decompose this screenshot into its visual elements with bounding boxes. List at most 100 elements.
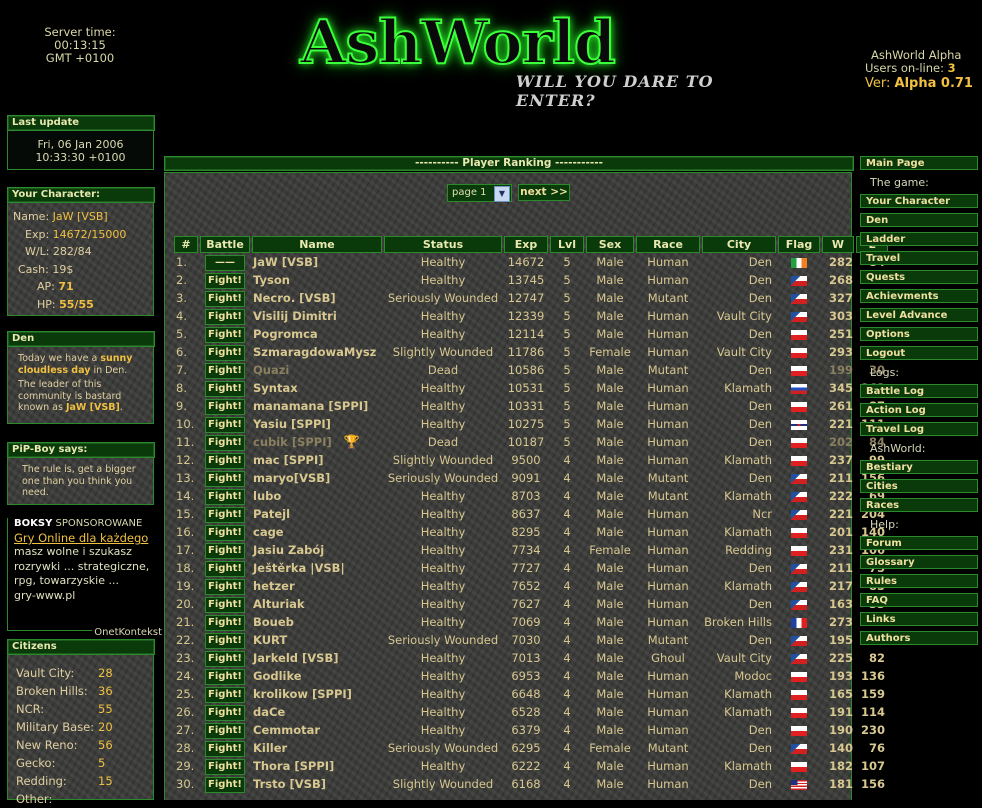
cell-name[interactable]: Yasiu [SPPI] — [252, 415, 382, 433]
player-name-link[interactable]: manamana [SPPI] — [253, 399, 368, 413]
fight-button[interactable]: Fight! — [205, 542, 245, 559]
col-header-sex[interactable]: Sex — [586, 236, 634, 253]
menu-quests[interactable]: Quests — [860, 270, 978, 284]
player-name-link[interactable]: SzmaragdowaMysz — [253, 345, 376, 359]
player-name-link[interactable]: lubo — [253, 489, 281, 503]
cell-name[interactable]: KURT — [252, 631, 382, 649]
ad-url[interactable]: gry-www.pl — [8, 589, 160, 602]
menu-glossary[interactable]: Glossary — [860, 555, 978, 569]
cell-name[interactable]: hetzer — [252, 577, 382, 595]
player-name-link[interactable]: JaW [VSB] — [253, 255, 318, 269]
player-name-link[interactable]: Jarkeld [VSB] — [253, 651, 339, 665]
player-name-link[interactable]: cage — [253, 525, 284, 539]
fight-button[interactable]: Fight! — [205, 488, 245, 505]
fight-button[interactable]: Fight! — [205, 560, 245, 577]
menu-bestiary[interactable]: Bestiary — [860, 460, 978, 474]
player-name-link[interactable]: Alturiak — [253, 597, 305, 611]
cell-name[interactable]: Patejl — [252, 505, 382, 523]
fight-button[interactable]: Fight! — [205, 416, 245, 433]
col-header-exp[interactable]: Exp — [504, 236, 548, 253]
page-select[interactable]: page 1 ▼ — [447, 184, 512, 202]
fight-button[interactable]: Fight! — [205, 380, 245, 397]
player-name-link[interactable]: Killer — [253, 741, 287, 755]
fight-button[interactable]: Fight! — [205, 398, 245, 415]
fight-button[interactable]: Fight! — [205, 758, 245, 775]
fight-button[interactable]: Fight! — [205, 362, 245, 379]
menu-level-advance[interactable]: Level Advance — [860, 308, 978, 322]
fight-button[interactable]: Fight! — [205, 596, 245, 613]
player-name-link[interactable]: Pogromca — [253, 327, 318, 341]
chevron-down-icon[interactable]: ▼ — [494, 186, 510, 202]
fight-button[interactable]: Fight! — [205, 614, 245, 631]
menu-authors[interactable]: Authors — [860, 631, 978, 645]
menu-den[interactable]: Den — [860, 213, 978, 227]
cell-name[interactable]: Quazi — [252, 361, 382, 379]
menu-ladder[interactable]: Ladder — [860, 232, 978, 246]
menu-races[interactable]: Races — [860, 498, 978, 512]
menu-main-page[interactable]: Main Page — [860, 156, 978, 170]
cell-name[interactable]: manamana [SPPI] — [252, 397, 382, 415]
ad-link[interactable]: Gry Online dla każdego — [8, 531, 160, 545]
cell-name[interactable]: Cemmotar — [252, 721, 382, 739]
fight-button[interactable]: Fight! — [205, 308, 245, 325]
col-header-lvl[interactable]: Lvl — [550, 236, 584, 253]
fight-button[interactable]: Fight! — [205, 686, 245, 703]
next-page-button[interactable]: next >> — [518, 184, 570, 201]
cell-name[interactable]: lubo — [252, 487, 382, 505]
fight-button[interactable]: Fight! — [205, 344, 245, 361]
fight-button[interactable]: Fight! — [205, 668, 245, 685]
cell-name[interactable]: daCe — [252, 703, 382, 721]
fight-button[interactable]: Fight! — [205, 524, 245, 541]
cell-name[interactable]: Godlike — [252, 667, 382, 685]
player-name-link[interactable]: KURT — [253, 633, 287, 647]
cell-name[interactable]: Trsto [VSB] — [252, 775, 382, 793]
menu-travel[interactable]: Travel — [860, 251, 978, 265]
cell-name[interactable]: krolikow [SPPI] — [252, 685, 382, 703]
cell-name[interactable]: Killer — [252, 739, 382, 757]
fight-button[interactable]: Fight! — [205, 506, 245, 523]
menu-rules[interactable]: Rules — [860, 574, 978, 588]
player-name-link[interactable]: krolikow [SPPI] — [253, 687, 352, 701]
cell-name[interactable]: Thora [SPPI] — [252, 757, 382, 775]
player-name-link[interactable]: Cemmotar — [253, 723, 320, 737]
col-header-flag[interactable]: Flag — [778, 236, 820, 253]
menu-battle-log[interactable]: Battle Log — [860, 384, 978, 398]
player-name-link[interactable]: mac [SPPI] — [253, 453, 324, 467]
fight-button[interactable]: Fight! — [205, 650, 245, 667]
cell-name[interactable]: Necro. [VSB] — [252, 289, 382, 307]
cell-name[interactable]: Visilij Dimitri — [252, 307, 382, 325]
player-name-link[interactable]: Trsto [VSB] — [253, 777, 326, 791]
player-name-link[interactable]: Jasiu Zabój — [253, 543, 324, 557]
player-name-link[interactable]: Yasiu [SPPI] — [253, 417, 331, 431]
fight-button[interactable]: Fight! — [205, 740, 245, 757]
fight-button[interactable]: Fight! — [205, 272, 245, 289]
fight-button[interactable]: Fight! — [205, 704, 245, 721]
col-header-race[interactable]: Race — [636, 236, 700, 253]
cell-name[interactable]: mac [SPPI] — [252, 451, 382, 469]
cell-name[interactable]: maryo[VSB] — [252, 469, 382, 487]
sponsored-ad[interactable]: BOKSY SPONSOROWANE Gry Online dla każdeg… — [7, 518, 164, 638]
player-name-link[interactable]: hetzer — [253, 579, 295, 593]
player-name-link[interactable]: Quazi — [253, 363, 289, 377]
cell-name[interactable]: Syntax — [252, 379, 382, 397]
self-battle-button[interactable]: —— — [205, 254, 245, 271]
fight-button[interactable]: Fight! — [205, 722, 245, 739]
fight-button[interactable]: Fight! — [205, 632, 245, 649]
menu-logout[interactable]: Logout — [860, 346, 978, 360]
cell-name[interactable]: Alturiak — [252, 595, 382, 613]
cell-name[interactable]: Jasiu Zabój — [252, 541, 382, 559]
menu-achievments[interactable]: Achievments — [860, 289, 978, 303]
menu-links[interactable]: Links — [860, 612, 978, 626]
menu-cities[interactable]: Cities — [860, 479, 978, 493]
fight-button[interactable]: Fight! — [205, 434, 245, 451]
col-header-status[interactable]: Status — [384, 236, 502, 253]
fight-button[interactable]: Fight! — [205, 578, 245, 595]
player-name-link[interactable]: Tyson — [253, 273, 290, 287]
player-name-link[interactable]: Patejl — [253, 507, 290, 521]
player-name-link[interactable]: Necro. [VSB] — [253, 291, 336, 305]
fight-button[interactable]: Fight! — [205, 290, 245, 307]
player-name-link[interactable]: Godlike — [253, 669, 302, 683]
player-name-link[interactable]: cubik [SPPI] — [253, 435, 332, 449]
cell-name[interactable]: cubik [SPPI] 🏆 — [252, 433, 382, 451]
player-name-link[interactable]: Ještěrka |VSB| — [253, 561, 345, 575]
